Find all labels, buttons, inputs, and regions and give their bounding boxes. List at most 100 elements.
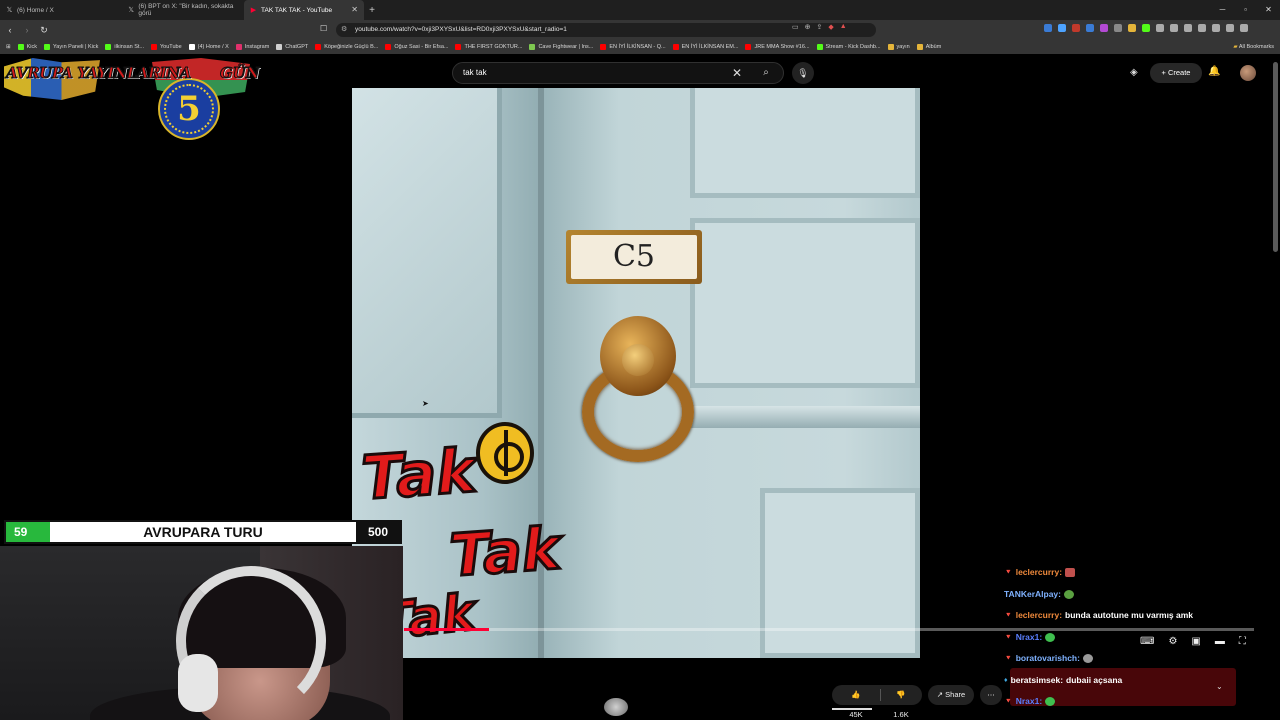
media-icon[interactable]	[1184, 24, 1192, 32]
bookmark-folder[interactable]: Albüm	[916, 44, 941, 50]
browser-tab[interactable]: 𝕏 (6) Home / X	[0, 0, 122, 20]
counter-title: AVRUPARA TURU	[143, 524, 263, 540]
close-window-icon[interactable]: ✕	[1257, 0, 1280, 20]
bookmark-item[interactable]: EN İYİ İLKİNSAN - Q...	[600, 44, 666, 50]
window-controls: ─ ▫ ✕	[1211, 0, 1280, 20]
extension-icon[interactable]	[1128, 24, 1136, 32]
youtube-icon: ▶	[250, 6, 257, 14]
cast-icon[interactable]: ◈	[1130, 67, 1138, 78]
extension-icon[interactable]	[1086, 24, 1094, 32]
banner-text: AVRUPA YAYINLARINA	[6, 64, 192, 83]
door-number-plate: C5	[566, 230, 702, 284]
site-info-icon[interactable]: ⚙	[341, 23, 347, 37]
x-logo-icon: 𝕏	[128, 6, 134, 14]
extension-icon[interactable]	[1058, 24, 1066, 32]
like-underline	[832, 708, 872, 710]
webcam-feed	[0, 546, 403, 720]
url-text: youtube.com/watch?v=0xji3PXYSxU&list=RD0…	[355, 26, 567, 33]
chatgpt-icon	[276, 44, 283, 50]
knocker-boss	[622, 344, 654, 376]
door-rail	[690, 406, 920, 428]
user-avatar[interactable]	[1240, 65, 1256, 81]
bookmark-icon[interactable]: ☐	[320, 24, 327, 33]
bookmark-label: JRE MMA Show #16...	[754, 44, 810, 50]
picture-in-picture-icon[interactable]: ▭	[792, 23, 799, 31]
bookmark-item[interactable]: EN İYİ İLKİNSAN EM...	[672, 44, 738, 50]
extension-icon[interactable]	[1142, 24, 1150, 32]
more-horizontal-icon: ⋯	[987, 690, 995, 699]
tab-label: (6) Home / X	[17, 6, 54, 14]
search-icon[interactable]: ⌕	[758, 64, 774, 82]
bookmark-item[interactable]: ChatGPT	[276, 44, 308, 50]
sidebar-icon[interactable]	[1198, 24, 1206, 32]
extension-icon[interactable]	[1114, 24, 1122, 32]
chat-message: 🔻 leclercurry: bunda autotune mu varmış …	[1004, 605, 1274, 627]
menu-icon[interactable]	[1240, 24, 1248, 32]
bookmark-item[interactable]: Cave Fightwear | Ins...	[529, 44, 593, 50]
all-bookmarks-button[interactable]: ▰ All Bookmarks	[1233, 44, 1274, 50]
forward-icon[interactable]: ›	[20, 25, 34, 35]
share-button[interactable]: ↗ Share	[928, 685, 974, 705]
chat-username: leclercurry:	[1015, 610, 1063, 620]
like-button[interactable]: 👍 45K	[832, 685, 880, 719]
extension-icon[interactable]	[1072, 24, 1080, 32]
chat-badge-icon: 🔻	[1004, 698, 1013, 705]
url-action-icons: ▭ ⊕ ⇪ ◆ ▲	[792, 23, 847, 31]
puzzle-icon[interactable]	[1170, 24, 1178, 32]
reload-icon[interactable]: ↻	[37, 25, 51, 36]
bookmark-item[interactable]: Oğuz Sasi - Bir Efsa...	[385, 44, 448, 50]
chat-username: beratsimsek:	[1010, 674, 1064, 685]
folder-icon: ▰	[1233, 44, 1238, 50]
page-scrollbar[interactable]	[1273, 62, 1278, 252]
back-icon[interactable]: ‹	[3, 25, 17, 35]
youtube-icon	[455, 44, 462, 50]
browser-tab-active[interactable]: ▶ TAK TAK TAK - YouTube ✕	[244, 0, 364, 20]
maximize-icon[interactable]: ▫	[1234, 0, 1257, 20]
bookmark-folder[interactable]: yayın	[887, 44, 910, 50]
brave-shield-icon[interactable]: ◆	[828, 23, 833, 31]
zoom-icon[interactable]: ⊕	[805, 23, 811, 31]
bookmark-item[interactable]: JRE MMA Show #16...	[745, 44, 810, 50]
share-page-icon[interactable]: ⇪	[817, 23, 823, 31]
door-knocker	[582, 316, 694, 464]
bookmark-item[interactable]: Köpeğinizle Güçlü B...	[315, 44, 378, 50]
brave-rewards-icon[interactable]: ▲	[840, 23, 847, 31]
dislike-button[interactable]: 👎 1.6K	[881, 685, 921, 719]
microphone-icon[interactable]: 🎙	[792, 62, 814, 84]
counter-current: 59	[6, 522, 50, 542]
chat-message: ♦ beratsimsek: dubaii açsana	[1004, 670, 1274, 692]
extension-icon[interactable]	[1044, 24, 1052, 32]
create-button[interactable]: + Create	[1150, 63, 1202, 83]
close-tab-icon[interactable]: ✕	[351, 5, 358, 14]
extension-icon[interactable]	[1100, 24, 1108, 32]
notification-bell-icon[interactable]: 🔔	[1208, 66, 1220, 77]
bookmark-label: Cave Fightwear | Ins...	[538, 44, 594, 50]
bookmark-label: Stream - Kick Dashb...	[825, 44, 881, 50]
bookmark-label: yayın	[896, 44, 910, 50]
video-progress-fill	[404, 628, 489, 631]
youtube-icon	[672, 44, 679, 50]
more-actions-button[interactable]: ⋯	[980, 685, 1002, 705]
thumbs-down-icon: 👎	[896, 690, 906, 699]
address-bar: ‹ › ↻ ☐ ⚙ youtube.com/watch?v=0xji3PXYSx…	[0, 20, 1280, 40]
bookmark-item[interactable]: Stream - Kick Dashb...	[816, 44, 881, 50]
wallet-icon[interactable]	[1212, 24, 1220, 32]
chat-username: leclercurry:	[1015, 567, 1063, 577]
tak-sticker-word: Tak	[358, 435, 480, 516]
bookmark-item[interactable]: THE FIRST GOKTUR...	[455, 44, 522, 50]
chevron-down-icon[interactable]: ⌄	[1216, 682, 1223, 691]
chat-username: boratovarishch:	[1015, 653, 1080, 663]
minimize-icon[interactable]: ─	[1211, 0, 1234, 20]
vpn-icon[interactable]	[1226, 24, 1234, 32]
plate-text: C5	[571, 235, 697, 279]
extension-icon[interactable]	[1156, 24, 1164, 32]
bookmark-label: EN İYİ İLKİNSAN - Q...	[609, 44, 666, 50]
chat-username: TANKerAlpay:	[1004, 588, 1061, 599]
browser-tab[interactable]: 𝕏 (6) BPT on X: "Bir kadın, sokakta görü	[122, 0, 244, 20]
video-player[interactable]: C5 Tak Tak Tak	[352, 88, 920, 658]
x-logo-icon: 𝕏	[6, 6, 13, 14]
clear-search-icon[interactable]: ✕	[732, 64, 742, 82]
chat-message: 🔻 Nrax1:	[1004, 627, 1274, 649]
chat-message: 🔻 Nrax1:	[1004, 691, 1274, 713]
new-tab-button[interactable]: +	[364, 5, 380, 16]
